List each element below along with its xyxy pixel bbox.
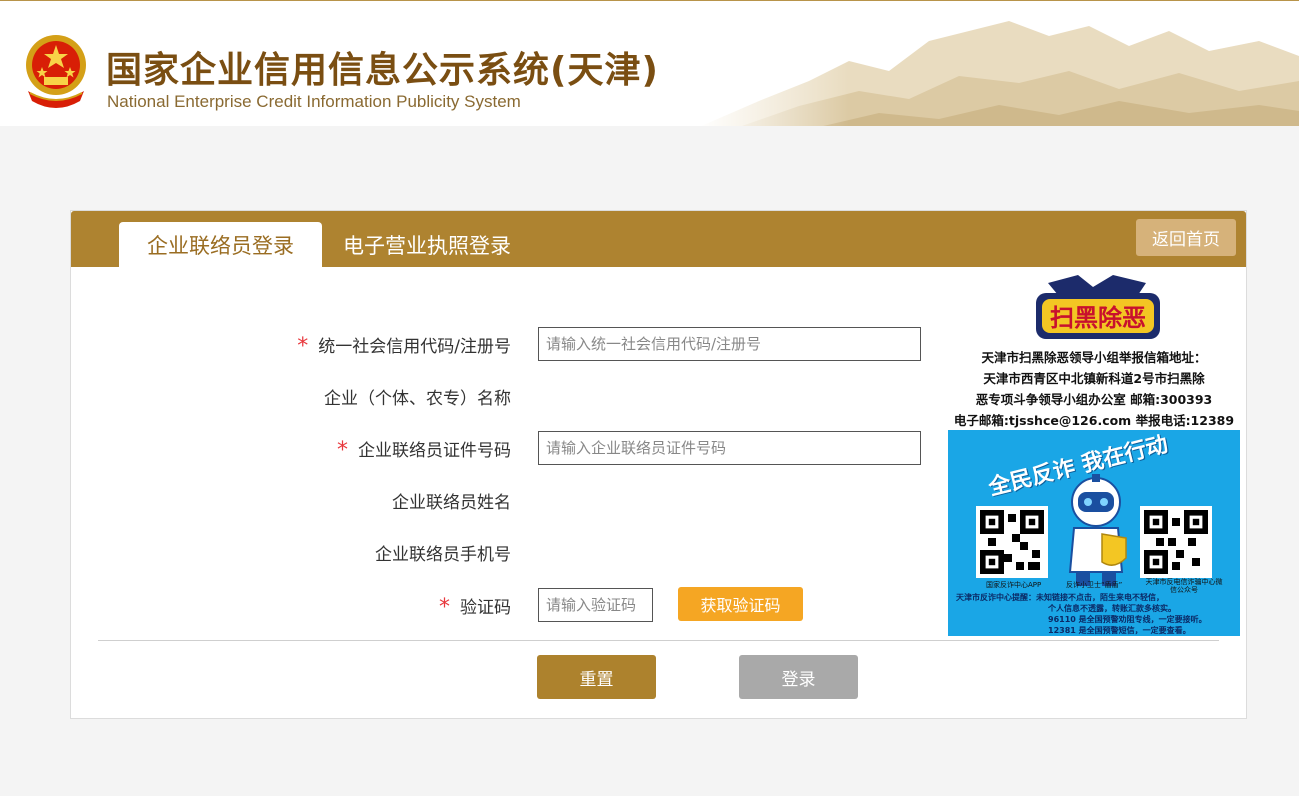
national-emblem-icon (26, 35, 86, 108)
company-name-label: 企业（个体、农专）名称 (324, 388, 511, 409)
qr-code-icon (1144, 510, 1208, 574)
required-mark: * (337, 438, 348, 463)
qr-code-wechat[interactable] (1140, 506, 1212, 578)
company-name-row: 企业（个体、农专）名称 (71, 379, 931, 413)
contact-phone-label: 企业联络员手机号 (375, 544, 511, 565)
contact-id-row: * 企业联络员证件号码 (71, 431, 931, 465)
form-divider (98, 640, 1219, 641)
site-title: 国家企业信用信息公示系统(天津) (106, 50, 659, 91)
qr-caption-app: 国家反诈中心APP (986, 581, 1042, 589)
verify-code-input[interactable] (538, 588, 653, 622)
required-mark: * (297, 334, 309, 359)
contact-phone-row: 企业联络员手机号 (71, 535, 931, 569)
svg-text:扫黑除恶: 扫黑除恶 (1050, 304, 1146, 332)
get-code-button[interactable]: 获取验证码 (678, 587, 803, 621)
mountain-background (699, 1, 1299, 126)
verify-code-label: * 验证码 (439, 595, 511, 620)
contact-name-label: 企业联络员姓名 (392, 492, 511, 513)
contact-id-input[interactable] (538, 431, 921, 465)
home-button[interactable]: 返回首页 (1136, 219, 1236, 256)
reset-button[interactable]: 重置 (537, 655, 656, 699)
credit-code-input[interactable] (538, 327, 921, 361)
credit-code-row: * 统一社会信用代码/注册号 (71, 327, 931, 361)
anti-crime-banner[interactable]: 扫黑除恶 天津市扫黑除恶领导小组举报信箱地址： 天津市西青区中北镇新科道2号市扫… (948, 267, 1240, 429)
contact-name-row: 企业联络员姓名 (71, 483, 931, 517)
verify-code-row: * 验证码 获取验证码 (71, 587, 931, 622)
credit-code-label: * 统一社会信用代码/注册号 (297, 334, 511, 359)
panel-header: 企业联络员登录 电子营业执照登录 返回首页 (71, 211, 1246, 267)
required-mark: * (439, 595, 450, 620)
anti-fraud-banner[interactable]: 全民反诈 我在行动 国家反诈中心APP 反诈小卫士“盾盾” 天津市反电信诈骗中心… (948, 430, 1240, 636)
login-panel: 企业联络员登录 电子营业执照登录 返回首页 * 统一社会信用代码/注册号 企业（… (70, 210, 1247, 719)
site-subtitle: National Enterprise Credit Information P… (107, 92, 521, 111)
qr-code-icon (980, 510, 1044, 574)
anti-fraud-reminder: 天津市反诈中心提醒：未知链接不点击，陌生来电不轻信， 个人信息不透露，转账汇款多… (956, 593, 1207, 635)
login-button[interactable]: 登录 (739, 655, 858, 699)
qr-code-app[interactable] (976, 506, 1048, 578)
tab-contact-login[interactable]: 企业联络员登录 (119, 222, 322, 267)
qr-caption-mascot: 反诈小卫士“盾盾” (1066, 581, 1123, 589)
mascot-robot-icon (1068, 474, 1127, 586)
tab-e-license-login[interactable]: 电子营业执照登录 (343, 222, 511, 267)
anti-crime-info: 天津市扫黑除恶领导小组举报信箱地址： 天津市西青区中北镇新科道2号市扫黑除 恶专… (953, 350, 1235, 428)
anti-crime-logo-icon: 扫黑除恶 (1036, 275, 1160, 339)
contact-id-label: * 企业联络员证件号码 (337, 438, 511, 463)
site-header: 国家企业信用信息公示系统(天津) National Enterprise Cre… (0, 0, 1299, 126)
